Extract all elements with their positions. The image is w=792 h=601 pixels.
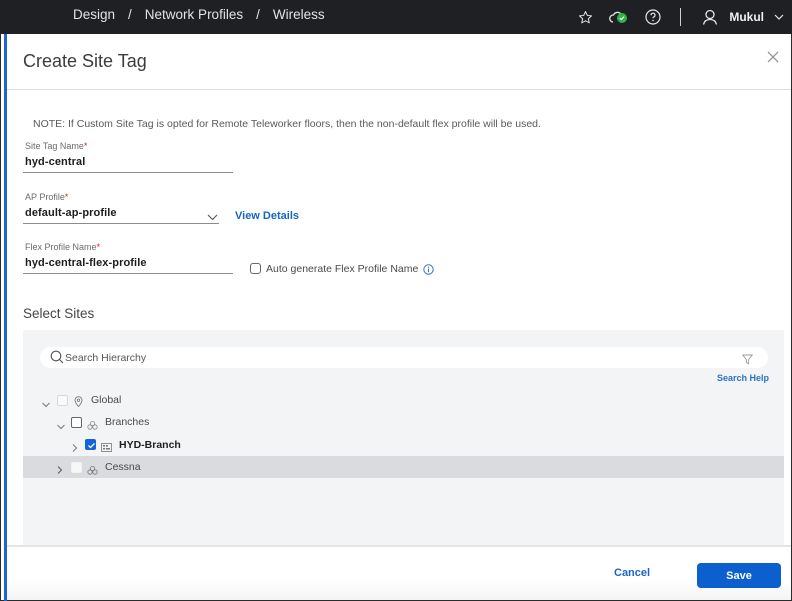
ap-profile-underline	[23, 223, 219, 224]
tree-node-cessna[interactable]: Cessna	[23, 456, 784, 478]
cloud-status-icon[interactable]	[608, 6, 630, 28]
tree-checkbox-checked[interactable]	[85, 439, 96, 450]
area-icon	[87, 462, 98, 475]
area-icon	[87, 417, 98, 430]
search-icon	[50, 350, 64, 369]
top-nav-bar: Design / Network Profiles / Wireless Muk…	[0, 0, 792, 34]
tree-node-hyd-branch[interactable]: HYD-Branch	[23, 434, 784, 456]
topbar-actions: Mukul	[574, 0, 792, 34]
auto-generate-label: Auto generate Flex Profile Name	[266, 263, 419, 275]
ap-profile-select[interactable]: default-ap-profile	[25, 207, 117, 219]
modal-footer	[7, 547, 791, 600]
tree-checkbox[interactable]	[71, 417, 82, 428]
search-hierarchy-input[interactable]	[65, 349, 725, 366]
chevron-down-icon[interactable]	[56, 418, 66, 430]
tree-checkbox[interactable]	[57, 395, 68, 406]
label-text: Flex Profile Name	[25, 242, 97, 252]
tree-node-label: Cessna	[105, 461, 141, 473]
breadcrumb-separator: /	[256, 7, 260, 22]
breadcrumb-design[interactable]: Design	[73, 7, 115, 22]
building-icon	[101, 439, 112, 452]
close-icon[interactable]	[766, 50, 782, 66]
modal-title: Create Site Tag	[23, 51, 147, 71]
topbar-divider	[680, 8, 682, 26]
breadcrumb: Design / Network Profiles / Wireless	[73, 7, 325, 22]
cancel-button[interactable]: Cancel	[614, 567, 650, 579]
site-tag-name-underline	[23, 172, 233, 173]
required-mark: *	[83, 141, 88, 151]
tree-node-label: Branches	[105, 416, 150, 428]
left-accent-bar	[4, 34, 7, 601]
site-tag-name-label: Site Tag Name*	[25, 141, 87, 151]
search-hierarchy-box	[40, 347, 768, 368]
tree-node-global[interactable]: Global	[23, 389, 784, 411]
filter-icon[interactable]	[741, 352, 754, 370]
info-icon[interactable]	[423, 262, 434, 280]
header-divider	[7, 89, 791, 90]
user-name[interactable]: Mukul	[729, 10, 764, 24]
auto-generate-checkbox[interactable]	[250, 263, 261, 274]
flex-profile-name-input[interactable]: hyd-central-flex-profile	[25, 257, 147, 269]
chevron-down-icon[interactable]	[41, 396, 51, 408]
label-text: Site Tag Name	[25, 141, 84, 151]
save-button[interactable]: Save	[697, 563, 781, 588]
required-mark: *	[96, 242, 101, 252]
location-pin-icon	[74, 394, 84, 408]
breadcrumb-wireless[interactable]: Wireless	[273, 7, 325, 22]
chevron-right-icon[interactable]	[56, 462, 66, 474]
tree-node-label: Global	[91, 394, 122, 406]
tree-node-label: HYD-Branch	[119, 439, 181, 451]
breadcrumb-network-profiles[interactable]: Network Profiles	[145, 7, 243, 22]
breadcrumb-separator: /	[128, 7, 132, 22]
flex-profile-name-underline	[23, 273, 233, 274]
site-tag-name-input[interactable]: hyd-central	[25, 156, 85, 168]
view-details-link[interactable]: View Details	[235, 210, 299, 222]
user-icon[interactable]	[699, 6, 721, 28]
chevron-right-icon[interactable]	[71, 440, 81, 452]
help-icon[interactable]	[642, 6, 664, 28]
note-text: NOTE: If Custom Site Tag is opted for Re…	[33, 118, 541, 130]
ap-profile-label: AP Profile*	[25, 192, 68, 202]
star-icon[interactable]	[574, 6, 596, 28]
required-mark: *	[64, 192, 69, 202]
flex-profile-name-label: Flex Profile Name*	[25, 242, 100, 252]
search-help-link[interactable]: Search Help	[717, 373, 769, 383]
chevron-down-icon[interactable]	[768, 6, 790, 28]
label-text: AP Profile	[25, 192, 65, 202]
tree-node-branches[interactable]: Branches	[23, 411, 784, 433]
select-sites-title: Select Sites	[23, 306, 95, 321]
tree-checkbox[interactable]	[71, 462, 82, 473]
